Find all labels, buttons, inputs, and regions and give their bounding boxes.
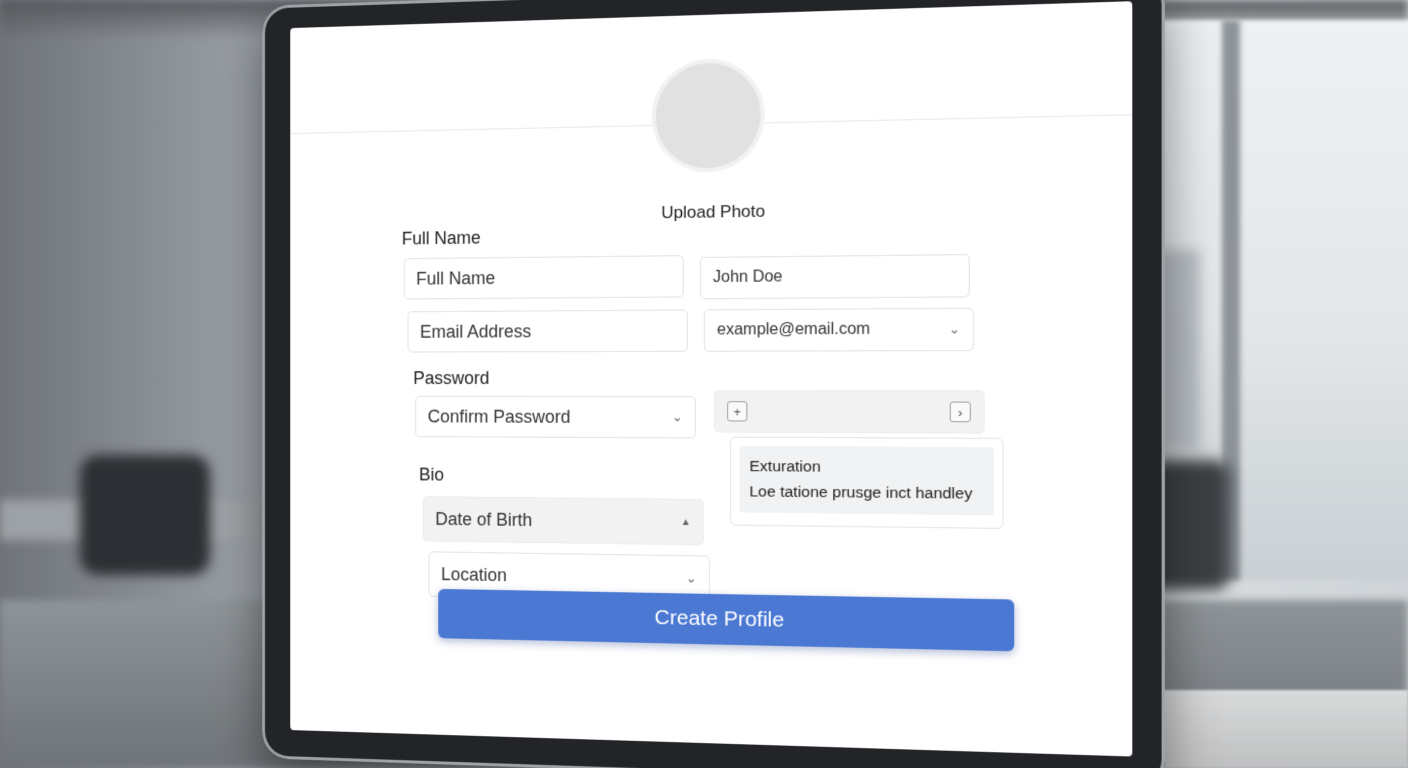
confirm-password-field[interactable]: Confirm Password ⌄: [415, 395, 696, 439]
chevron-right-icon[interactable]: ›: [949, 401, 971, 423]
full-name-placeholder: Full Name: [416, 267, 496, 289]
full-name-heading: Full Name: [401, 227, 481, 249]
full-name-value-field[interactable]: John Doe: [699, 254, 970, 300]
full-name-field[interactable]: Full Name: [403, 255, 684, 300]
monitor: Upload Photo Full Name Full Name John Do…: [262, 0, 1165, 768]
background-chair: [80, 455, 210, 575]
password-action-bar: + ›: [713, 390, 985, 434]
email-select[interactable]: example@email.com ⌄: [703, 307, 974, 352]
bio-textarea[interactable]: Exturation Loe tatione prusge inct handl…: [730, 436, 1004, 529]
bio-heading: Bio: [419, 464, 444, 485]
password-heading: Password: [413, 368, 490, 388]
chevron-down-icon: ⌄: [671, 409, 683, 425]
date-of-birth-field[interactable]: Date of Birth ▲: [422, 496, 704, 546]
create-profile-button[interactable]: Create Profile: [438, 588, 1015, 652]
plus-icon[interactable]: +: [727, 401, 748, 422]
bio-text-line: Loe tatione prusge inct handley: [749, 483, 973, 503]
email-value: example@email.com: [716, 320, 871, 339]
bio-content: Exturation Loe tatione prusge inct handl…: [739, 445, 995, 516]
avatar-placeholder[interactable]: [655, 61, 761, 170]
date-of-birth-placeholder: Date of Birth: [435, 508, 533, 530]
full-name-value: John Doe: [712, 268, 783, 287]
profile-form-screen: Upload Photo Full Name Full Name John Do…: [290, 1, 1133, 757]
confirm-password-placeholder: Confirm Password: [427, 406, 571, 427]
upload-photo-label[interactable]: Upload Photo: [648, 201, 779, 223]
email-field[interactable]: Email Address: [407, 309, 688, 353]
chevron-down-icon: ⌄: [685, 570, 697, 586]
chevron-down-icon: ⌄: [948, 321, 961, 337]
office-scene: Upload Photo Full Name Full Name John Do…: [0, 0, 1408, 768]
chevron-up-icon: ▲: [680, 516, 691, 528]
location-placeholder: Location: [441, 563, 507, 585]
bio-text-line: Exturation: [749, 457, 821, 476]
email-placeholder: Email Address: [419, 320, 532, 342]
